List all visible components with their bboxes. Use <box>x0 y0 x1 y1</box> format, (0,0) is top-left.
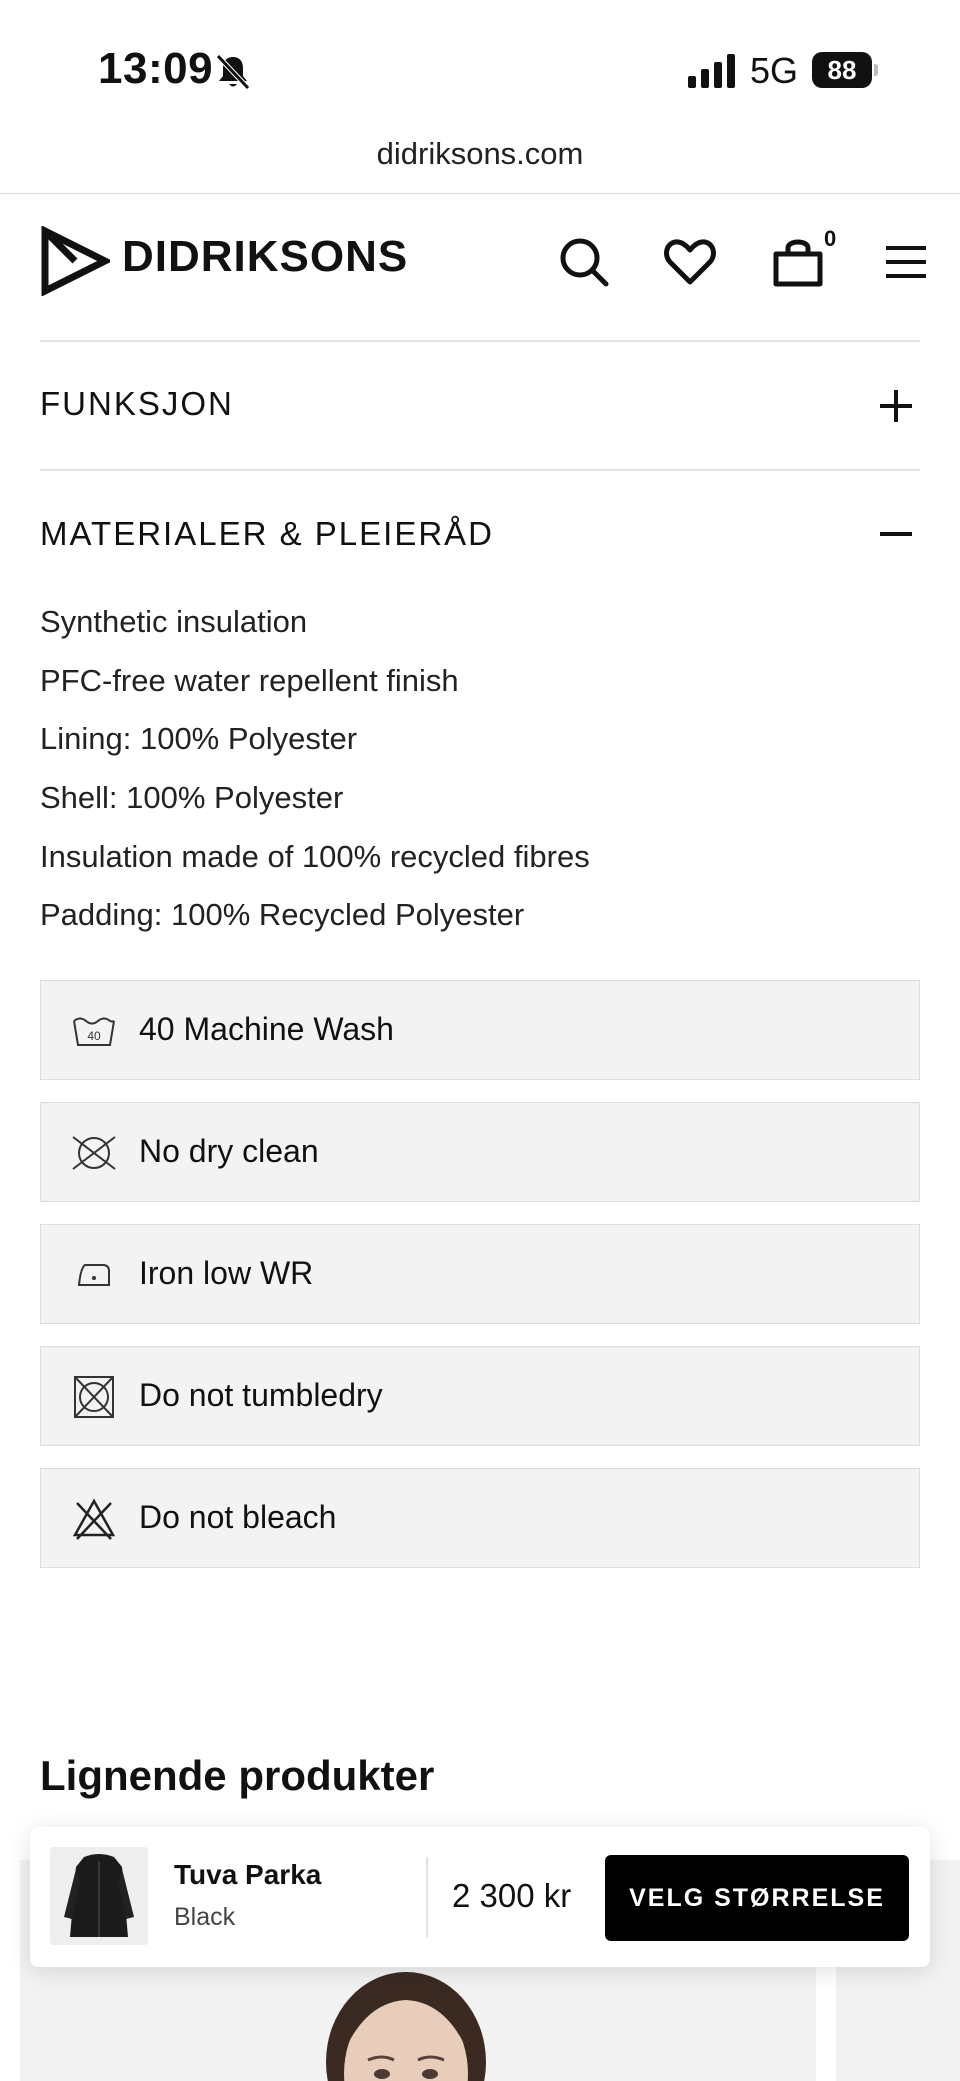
divider <box>426 1857 428 1937</box>
signal-icon <box>688 54 735 88</box>
plus-icon[interactable] <box>876 386 916 426</box>
brand-logo-text[interactable]: DIDRIKSONS <box>122 232 408 282</box>
care-label: 40 Machine Wash <box>139 1011 394 1047</box>
care-item-wash: 40 40 Machine Wash <box>40 980 920 1080</box>
accordion-title-materials[interactable]: MATERIALER & PLEIERÅD <box>40 515 494 553</box>
sticky-buy-bar: Tuva Parka Black 2 300 kr VELG STØRRELSE <box>30 1827 930 1967</box>
divider <box>40 340 920 342</box>
care-item-tumbledry: Do not tumbledry <box>40 1346 920 1446</box>
product-name: Tuva Parka <box>174 1859 322 1890</box>
product-model-image <box>326 1972 486 2081</box>
brand-logo-icon[interactable] <box>40 226 110 296</box>
material-item: Lining: 100% Polyester <box>40 721 358 756</box>
battery-level: 88 <box>812 52 872 88</box>
cart-count-badge: 0 <box>824 226 837 251</box>
battery-icon: 88 <box>812 52 878 88</box>
status-bar: 13:09 5G 88 <box>0 0 960 135</box>
search-icon[interactable] <box>556 234 612 290</box>
minus-icon[interactable] <box>876 514 916 554</box>
care-label: No dry clean <box>139 1133 319 1169</box>
care-label: Do not bleach <box>139 1499 337 1535</box>
network-type: 5G <box>750 50 799 91</box>
iron-low-icon <box>77 1264 110 1286</box>
care-label: Do not tumbledry <box>139 1377 383 1413</box>
select-size-button[interactable]: VELG STØRRELSE <box>605 1855 909 1941</box>
accordion-title-function[interactable]: FUNKSJON <box>40 385 234 423</box>
product-price: 2 300 kr <box>452 1877 572 1914</box>
menu-icon[interactable] <box>878 234 934 290</box>
section-heading-similar: Lignende produkter <box>40 1752 435 1799</box>
no-bleach-icon <box>72 1498 116 1540</box>
product-thumbnail[interactable] <box>50 1847 148 1945</box>
care-label: Iron low WR <box>139 1255 314 1291</box>
wash-temp: 40 <box>87 1029 101 1043</box>
heart-icon[interactable] <box>662 234 718 290</box>
url-bar[interactable]: didriksons.com <box>0 136 960 192</box>
care-item-bleach: Do not bleach <box>40 1468 920 1568</box>
care-item-dry-clean: No dry clean <box>40 1102 920 1202</box>
material-item: PFC-free water repellent finish <box>40 663 459 698</box>
bell-muted-icon <box>216 54 250 90</box>
material-item: Shell: 100% Polyester <box>40 780 344 815</box>
bag-icon[interactable] <box>770 234 826 290</box>
no-tumble-dry-icon <box>74 1376 114 1418</box>
status-time: 13:09 <box>98 44 214 93</box>
wash-40-icon: 40 <box>73 1017 115 1046</box>
no-dry-clean-icon <box>72 1136 116 1170</box>
material-item: Synthetic insulation <box>40 604 308 639</box>
divider <box>40 469 920 471</box>
care-item-iron: Iron low WR <box>40 1224 920 1324</box>
site-header: DIDRIKSONS 0 <box>0 194 960 340</box>
product-color: Black <box>174 1903 236 1931</box>
material-item: Insulation made of 100% recycled fibres <box>40 839 590 874</box>
material-item: Padding: 100% Recycled Polyester <box>40 897 525 932</box>
